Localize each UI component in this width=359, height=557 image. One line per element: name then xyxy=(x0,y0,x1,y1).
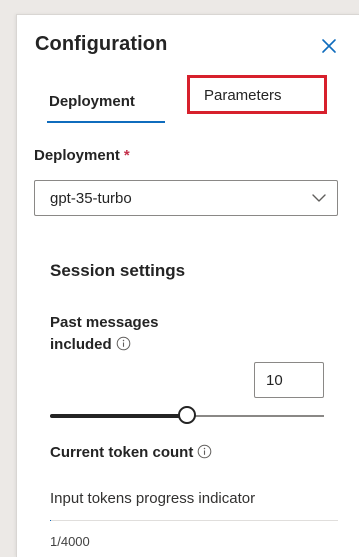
deployment-field-label: Deployment * xyxy=(34,147,130,164)
past-messages-number-input[interactable]: 10 xyxy=(254,362,324,398)
panel-title: Configuration xyxy=(35,33,168,55)
token-progress-track xyxy=(50,520,338,521)
session-settings-heading: Session settings xyxy=(50,261,186,280)
configuration-panel: Configuration Deployment Parameters xyxy=(16,14,359,557)
slider-fill xyxy=(50,414,187,418)
tab-deployment-label: Deployment xyxy=(49,93,135,110)
past-messages-label-text: Past messages included xyxy=(50,314,159,353)
info-icon[interactable] xyxy=(197,444,212,459)
info-icon[interactable] xyxy=(116,336,131,351)
deployment-dropdown-value: gpt-35-turbo xyxy=(50,190,132,207)
past-messages-value: 10 xyxy=(266,372,283,389)
deployment-label-text: Deployment xyxy=(34,147,120,164)
tab-list: Deployment Parameters xyxy=(35,75,345,127)
required-marker: * xyxy=(123,147,130,164)
input-tokens-progress-label: Input tokens progress indicator xyxy=(50,490,256,507)
past-messages-label: Past messages included xyxy=(50,312,220,356)
past-messages-slider[interactable] xyxy=(50,405,324,427)
current-token-count-label: Current token count xyxy=(50,444,212,461)
token-count-value: 1/4000 xyxy=(50,534,90,549)
close-icon[interactable] xyxy=(320,37,338,55)
token-progress-fill xyxy=(50,520,51,521)
current-token-count-label-text: Current token count xyxy=(50,444,194,461)
deployment-dropdown[interactable]: gpt-35-turbo xyxy=(34,180,338,216)
chevron-down-icon xyxy=(312,194,326,202)
tab-parameters[interactable]: Parameters xyxy=(187,75,327,114)
tab-parameters-label: Parameters xyxy=(204,87,282,104)
tab-selected-indicator xyxy=(47,121,165,123)
slider-thumb[interactable] xyxy=(178,406,196,424)
tab-deployment[interactable]: Deployment xyxy=(35,87,171,127)
